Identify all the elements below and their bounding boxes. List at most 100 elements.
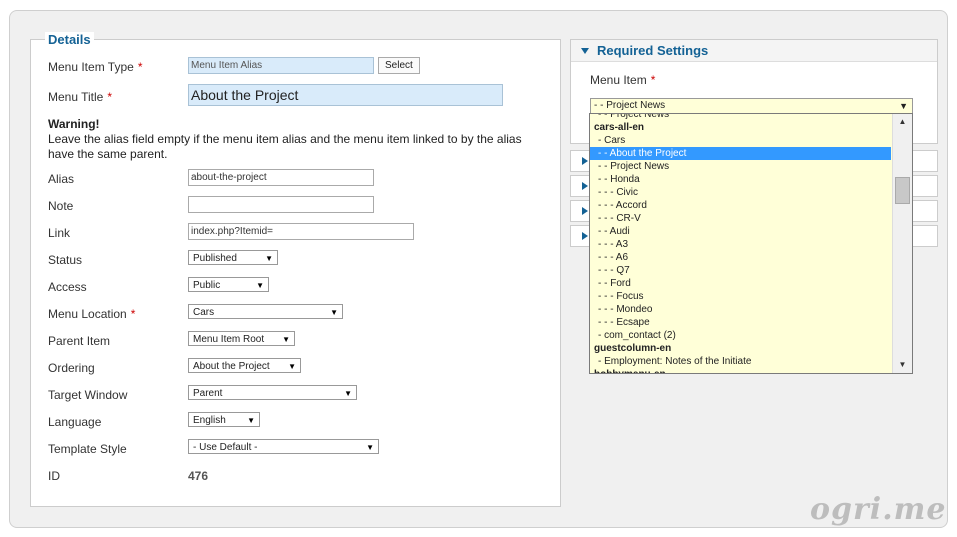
required-settings-title: Required Settings (597, 43, 709, 58)
required-star: * (650, 73, 656, 87)
language-select[interactable]: English ▼ (188, 412, 260, 427)
dropdown-option[interactable]: - - - Focus (590, 290, 891, 303)
target-window-select[interactable]: Parent ▼ (188, 385, 357, 400)
menu-location-row: Menu Location * Cars ▼ (48, 304, 343, 327)
template-style-value: - Use Default - (193, 442, 258, 453)
details-legend: Details (45, 32, 94, 47)
ordering-value: About the Project (193, 361, 270, 372)
dropdown-option[interactable]: - - Project News (590, 160, 891, 173)
dropdown-option[interactable]: - com_contact (2) (590, 329, 891, 342)
scroll-down-icon[interactable]: ▼ (893, 357, 912, 373)
menu-location-select[interactable]: Cars ▼ (188, 304, 343, 319)
menu-title-label-text: Menu Title (48, 90, 104, 104)
menu-item-type-label: Menu Item Type * (48, 60, 143, 74)
link-label: Link (48, 226, 71, 240)
dropdown-option[interactable]: - - - Civic (590, 186, 891, 199)
expand-triangle-icon (582, 232, 588, 240)
dropdown-option[interactable]: - - - A3 (590, 238, 891, 251)
expand-triangle-icon (582, 182, 588, 190)
scroll-thumb[interactable] (895, 177, 910, 204)
select-button[interactable]: Select (378, 57, 420, 74)
status-select[interactable]: Published ▼ (188, 250, 278, 265)
dropdown-arrow-icon: ▼ (899, 101, 908, 111)
access-value: Public (193, 280, 221, 291)
warning-title: Warning! (48, 117, 100, 131)
menu-location-label: Menu Location * (48, 307, 135, 321)
dropdown-option[interactable]: - - Ford (590, 277, 891, 290)
dropdown-option[interactable]: - - About the Project (590, 147, 891, 160)
status-label: Status (48, 253, 83, 267)
menu-title-field[interactable]: About the Project (188, 84, 503, 106)
template-style-select[interactable]: - Use Default - ▼ (188, 439, 379, 454)
expand-triangle-icon (582, 157, 588, 165)
watermark-logo: ogri.me (810, 492, 947, 527)
required-star: * (107, 90, 113, 104)
required-star: * (130, 307, 136, 321)
alias-label: Alias (48, 172, 75, 186)
required-star: * (137, 60, 143, 74)
dropdown-option-group: hobbymenu-en (590, 368, 891, 373)
id-value: 476 (188, 469, 209, 483)
dropdown-options: - - Project News cars-all-en - Cars - - Abo… (590, 114, 891, 373)
menu-item-label-text: Menu Item (590, 73, 647, 87)
dropdown-option[interactable]: - - Audi (590, 225, 891, 238)
ordering-label: Ordering (48, 361, 95, 375)
target-window-value: Parent (193, 388, 223, 399)
dropdown-option[interactable]: - - - CR-V (590, 212, 891, 225)
dropdown-arrow-icon: ▼ (330, 308, 338, 317)
dropdown-option[interactable]: - - Project News (590, 114, 891, 121)
template-style-label: Template Style (48, 442, 127, 456)
dropdown-arrow-icon: ▼ (344, 389, 352, 398)
menu-item-select-value: - - Project News (594, 100, 666, 111)
note-field[interactable] (188, 196, 374, 213)
collapse-triangle-icon (581, 48, 589, 54)
parent-item-row: Parent Item Menu Item Root ▼ (48, 331, 295, 354)
id-label: ID (48, 469, 60, 483)
language-label: Language (48, 415, 102, 429)
access-select[interactable]: Public ▼ (188, 277, 269, 292)
access-label: Access (48, 280, 87, 294)
menu-item-dropdown-list[interactable]: - - Project News cars-all-en - Cars - - Abo… (589, 113, 913, 374)
dropdown-arrow-icon: ▼ (282, 335, 290, 344)
warning-text: Leave the alias field empty if the menu … (48, 132, 522, 161)
dropdown-option[interactable]: - - Honda (590, 173, 891, 186)
dropdown-arrow-icon: ▼ (256, 281, 264, 290)
menu-title-label: Menu Title * (48, 90, 112, 104)
menu-location-value: Cars (193, 307, 215, 318)
ordering-select[interactable]: About the Project ▼ (188, 358, 301, 373)
menu-location-label-text: Menu Location (48, 307, 127, 321)
dropdown-option-group: guestcolumn-en (594, 343, 672, 354)
dropdown-arrow-icon: ▼ (366, 443, 374, 452)
alias-field[interactable]: about-the-project (188, 169, 374, 186)
dropdown-option[interactable]: - Cars (590, 134, 891, 147)
dropdown-option[interactable]: - - - Mondeo (590, 303, 891, 316)
dropdown-option-group: cars-all-en (594, 122, 645, 133)
parent-item-select[interactable]: Menu Item Root ▼ (188, 331, 295, 346)
dropdown-scrollbar[interactable]: ▲ ▼ (892, 114, 912, 373)
status-row: Status Published ▼ (48, 250, 278, 273)
target-window-label: Target Window (48, 388, 128, 402)
ordering-row: Ordering About the Project ▼ (48, 358, 301, 381)
dropdown-option[interactable]: - Employment: Notes of the Initiate (590, 355, 891, 368)
dropdown-arrow-icon: ▼ (265, 254, 273, 263)
dropdown-option[interactable]: - - - Q7 (590, 264, 891, 277)
required-settings-header[interactable]: Required Settings (571, 40, 937, 62)
dropdown-arrow-icon: ▼ (288, 362, 296, 371)
dropdown-option[interactable]: - - - Accord (590, 199, 891, 212)
expand-triangle-icon (582, 207, 588, 215)
parent-item-value: Menu Item Root (193, 334, 265, 345)
link-field[interactable]: index.php?Itemid= (188, 223, 414, 240)
menu-item-label: Menu Item * (590, 73, 655, 87)
menu-item-select[interactable]: - - Project News ▼ (590, 98, 913, 114)
scroll-up-icon[interactable]: ▲ (893, 114, 912, 130)
dropdown-option[interactable]: - - - Ecsape (590, 316, 891, 329)
menu-item-type-label-text: Menu Item Type (48, 60, 134, 74)
parent-item-label: Parent Item (48, 334, 111, 348)
note-label: Note (48, 199, 74, 213)
alias-warning: Warning! Leave the alias field empty if … (48, 117, 538, 162)
details-fieldset: Details Menu Item Type * Menu Item Alias … (30, 32, 561, 507)
dropdown-option[interactable]: - - - A6 (590, 251, 891, 264)
dropdown-arrow-icon: ▼ (247, 416, 255, 425)
menu-item-type-field[interactable]: Menu Item Alias (188, 57, 374, 74)
target-window-row: Target Window Parent ▼ (48, 385, 357, 408)
